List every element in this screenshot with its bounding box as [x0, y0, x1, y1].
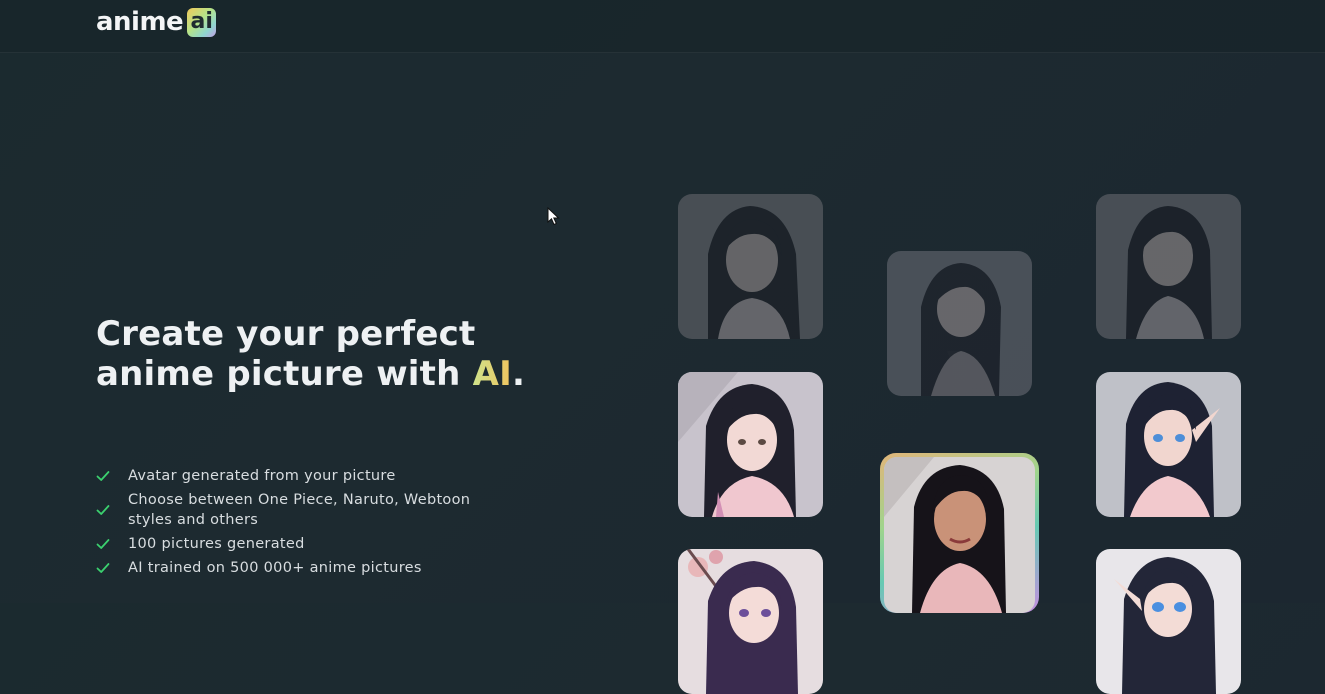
anime-portrait-image: [678, 372, 823, 517]
headline-ai-highlight: AI: [472, 354, 512, 394]
anime-portrait-card: [678, 372, 823, 517]
logo-badge-text: ai: [190, 8, 213, 34]
hero-headline: Create your perfect anime picture with A…: [96, 314, 536, 394]
feature-item: Avatar generated from your picture: [96, 464, 516, 488]
check-icon: [96, 539, 110, 549]
anime-portrait-card: [1096, 372, 1241, 517]
mouse-cursor-icon: [547, 207, 560, 226]
feature-text: Choose between One Piece, Naruto, Webtoo…: [128, 492, 471, 528]
feature-text: Avatar generated from your picture: [128, 468, 396, 484]
anime-portrait-image: [1096, 549, 1241, 694]
brand-logo[interactable]: anime ai: [96, 6, 217, 38]
check-icon: [96, 505, 110, 515]
anime-portrait-card: [1096, 549, 1241, 694]
anime-portrait-image: [678, 549, 823, 694]
anime-portrait-image: [1096, 372, 1241, 517]
check-icon: [96, 563, 110, 573]
anime-portrait-card: [678, 194, 823, 339]
feature-text: 100 pictures generated: [128, 536, 305, 552]
logo-wordmark: anime: [96, 7, 184, 37]
feature-item: Choose between One Piece, Naruto, Webtoo…: [96, 488, 516, 532]
anime-portrait-card: [678, 549, 823, 694]
user-photo-frame: [884, 457, 1035, 613]
top-navbar: anime ai: [0, 0, 1325, 53]
check-icon: [96, 471, 110, 481]
featured-user-photo-card: [880, 453, 1039, 613]
feature-item: 100 pictures generated: [96, 532, 516, 556]
feature-text: AI trained on 500 000+ anime pictures: [128, 560, 422, 576]
anime-portrait-card: [1096, 194, 1241, 339]
feature-list: Avatar generated from your picture Choos…: [96, 464, 516, 580]
feature-item: AI trained on 500 000+ anime pictures: [96, 556, 516, 580]
anime-portrait-card: [887, 251, 1032, 396]
headline-period: .: [511, 354, 526, 394]
headline-text: Create your perfect anime picture with: [96, 314, 476, 394]
anime-portrait-image: [678, 194, 823, 339]
anime-portrait-image: [1096, 194, 1241, 339]
logo-badge: ai: [187, 7, 217, 37]
anime-portrait-image: [887, 251, 1032, 396]
user-photo-image: [884, 457, 1035, 613]
